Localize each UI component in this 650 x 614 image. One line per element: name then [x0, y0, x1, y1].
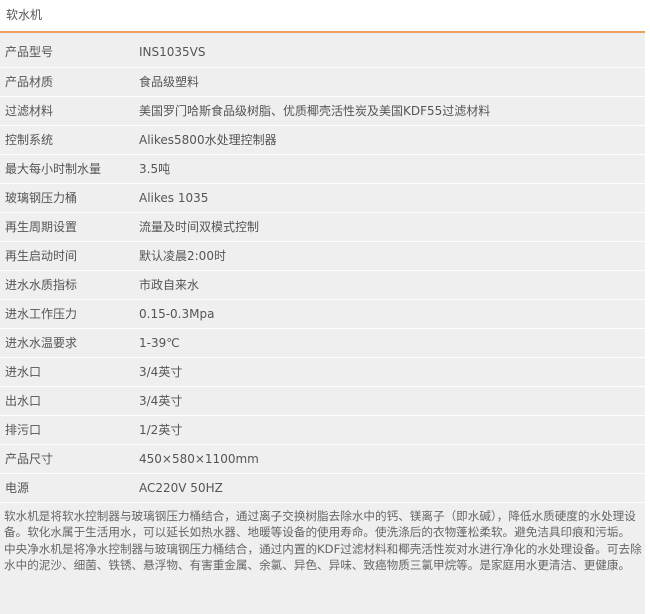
- spec-label: 最大每小时制水量: [0, 154, 139, 184]
- spec-row: 出水口 3/4英寸: [0, 386, 645, 416]
- spec-label: 电源: [0, 473, 139, 503]
- panel-header: 软水机: [0, 0, 645, 33]
- description-paragraph-softener: 软水机是将软水控制器与玻璃钢压力桶结合，通过离子交换树脂去除水中的钙、镁离子（即…: [4, 509, 636, 540]
- spec-value: 市政自来水: [139, 270, 645, 300]
- spec-value: 450×580×1100mm: [139, 444, 645, 474]
- spec-row: 产品材质 食品级塑料: [0, 67, 645, 97]
- spec-row: 排污口 1/2英寸: [0, 415, 645, 445]
- spec-value: Alikes 1035: [139, 183, 645, 213]
- spec-table-body: 产品型号 INS1035VS 产品材质 食品级塑料 过滤材料 美国罗门哈斯食品级树脂、优质…: [0, 38, 645, 503]
- spec-row: 过滤材料 美国罗门哈斯食品级树脂、优质椰壳活性炭及美国KDF55过滤材料: [0, 96, 645, 126]
- spec-value: 3/4英寸: [139, 386, 645, 416]
- spec-label: 再生周期设置: [0, 212, 139, 242]
- spec-row: 产品型号 INS1035VS: [0, 38, 645, 68]
- spec-label: 进水水温要求: [0, 328, 139, 358]
- spec-row: 进水工作压力 0.15-0.3Mpa: [0, 299, 645, 329]
- spec-label: 产品型号: [0, 38, 139, 68]
- spec-value: 食品级塑料: [139, 67, 645, 97]
- spec-value: 1-39℃: [139, 328, 645, 358]
- spec-label: 产品材质: [0, 67, 139, 97]
- spec-value: 默认凌晨2:00时: [139, 241, 645, 271]
- spec-table: 产品型号 INS1035VS 产品材质 食品级塑料 过滤材料 美国罗门哈斯食品级树脂、优质…: [0, 38, 645, 503]
- spec-row: 产品尺寸 450×580×1100mm: [0, 444, 645, 474]
- spec-label: 出水口: [0, 386, 139, 416]
- spec-row: 最大每小时制水量 3.5吨: [0, 154, 645, 184]
- spec-row: 控制系统 Alikes5800水处理控制器: [0, 125, 645, 155]
- spec-row: 进水水质指标 市政自来水: [0, 270, 645, 300]
- spec-value: 3/4英寸: [139, 357, 645, 387]
- spec-label: 玻璃钢压力桶: [0, 183, 139, 213]
- spec-value: INS1035VS: [139, 38, 645, 68]
- spec-label: 控制系统: [0, 125, 139, 155]
- spec-label: 进水口: [0, 357, 139, 387]
- product-spec-panel: 软水机 产品型号 INS1035VS 产品材质 食品级塑料 过滤材料 美国罗门哈斯食品级树…: [0, 0, 645, 614]
- spec-row: 再生启动时间 默认凌晨2:00时: [0, 241, 645, 271]
- product-description: 软水机是将软水控制器与玻璃钢压力桶结合，通过离子交换树脂去除水中的钙、镁离子（即…: [4, 508, 642, 574]
- spec-label: 进水水质指标: [0, 270, 139, 300]
- spec-row: 再生周期设置 流量及时间双模式控制: [0, 212, 645, 242]
- description-paragraph-purifier: 中央净水机是将净水控制器与玻璃钢压力桶结合，通过内置的KDF过滤材料和椰壳活性炭…: [4, 541, 642, 573]
- spec-value: 美国罗门哈斯食品级树脂、优质椰壳活性炭及美国KDF55过滤材料: [139, 96, 645, 126]
- spec-label: 过滤材料: [0, 96, 139, 126]
- spec-value: AC220V 50HZ: [139, 473, 645, 503]
- spec-row: 玻璃钢压力桶 Alikes 1035: [0, 183, 645, 213]
- spec-value: 流量及时间双模式控制: [139, 212, 645, 242]
- spec-label: 进水工作压力: [0, 299, 139, 329]
- spec-label: 再生启动时间: [0, 241, 139, 271]
- spec-value: Alikes5800水处理控制器: [139, 125, 645, 155]
- spec-label: 排污口: [0, 415, 139, 445]
- spec-row: 电源 AC220V 50HZ: [0, 473, 645, 503]
- spec-row: 进水水温要求 1-39℃: [0, 328, 645, 358]
- spec-value: 3.5吨: [139, 154, 645, 184]
- panel-title: 软水机: [6, 8, 43, 22]
- spec-label: 产品尺寸: [0, 444, 139, 474]
- spec-value: 0.15-0.3Mpa: [139, 299, 645, 329]
- spec-row: 进水口 3/4英寸: [0, 357, 645, 387]
- spec-value: 1/2英寸: [139, 415, 645, 445]
